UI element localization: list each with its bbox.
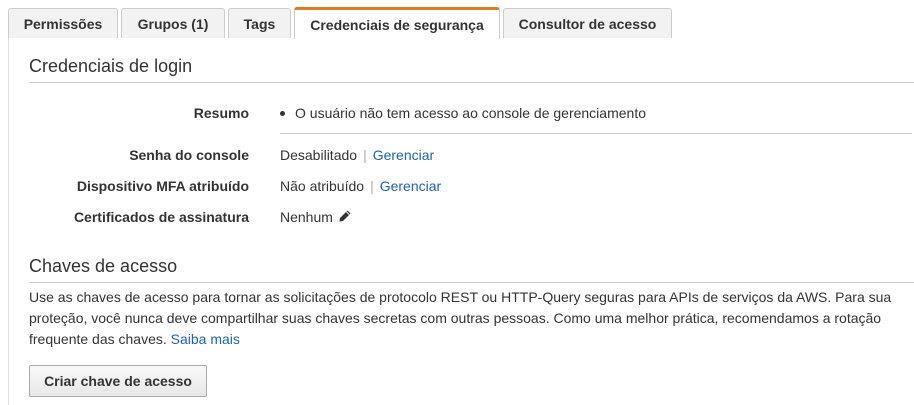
access-keys-title: Chaves de acesso bbox=[29, 256, 178, 276]
learn-more-link[interactable]: Saiba mais bbox=[171, 331, 240, 347]
description-text: Use as chaves de acesso para tornar as s… bbox=[29, 289, 892, 347]
mfa-label: Dispositivo MFA atribuído bbox=[76, 178, 249, 194]
signing-certificates-status: Nenhum bbox=[280, 209, 333, 225]
login-credentials-title: Credenciais de login bbox=[29, 56, 193, 76]
bullet-icon bbox=[280, 110, 285, 116]
tab-bar: Permissões Grupos (1) Tags Credenciais d… bbox=[0, 0, 914, 40]
section-divider bbox=[29, 82, 914, 83]
manage-mfa-link[interactable]: Gerenciar bbox=[380, 178, 441, 194]
signing-certificates-value: Nenhum bbox=[280, 209, 352, 227]
tab-label: Tags bbox=[243, 15, 276, 32]
separator: | bbox=[363, 147, 367, 163]
tab-security-credentials[interactable]: Credenciais de segurança bbox=[294, 7, 500, 39]
access-keys-description: Use as chaves de acesso para tornar as s… bbox=[29, 287, 909, 350]
console-password-label: Senha do console bbox=[129, 147, 249, 163]
summary-label: Resumo bbox=[193, 105, 249, 121]
tab-label: Permissões bbox=[23, 15, 103, 32]
console-password-status: Desabilitado bbox=[280, 147, 358, 163]
console-password-value: Desabilitado | Gerenciar bbox=[280, 147, 434, 163]
signing-certificates-label: Certificados de assinatura bbox=[73, 209, 249, 225]
tab-label: Credenciais de segurança bbox=[310, 16, 484, 33]
tab-permissions[interactable]: Permissões bbox=[8, 8, 118, 38]
create-access-key-button[interactable]: Criar chave de acesso bbox=[29, 365, 207, 397]
tab-access-advisor[interactable]: Consultor de acesso bbox=[503, 8, 672, 38]
summary-item: O usuário não tem acesso ao console de g… bbox=[295, 105, 646, 121]
mfa-value: Não atribuído | Gerenciar bbox=[280, 178, 441, 194]
separator: | bbox=[370, 178, 374, 194]
summary-divider bbox=[280, 133, 912, 134]
tab-groups[interactable]: Grupos (1) bbox=[121, 8, 225, 38]
summary-value: O usuário não tem acesso ao console de g… bbox=[280, 105, 646, 121]
mfa-status: Não atribuído bbox=[280, 178, 365, 194]
tab-label: Consultor de acesso bbox=[518, 15, 657, 32]
tab-tags[interactable]: Tags bbox=[228, 8, 291, 38]
manage-console-password-link[interactable]: Gerenciar bbox=[373, 147, 434, 163]
tab-label: Grupos (1) bbox=[137, 15, 209, 32]
section-divider bbox=[29, 282, 914, 283]
edit-pencil-icon[interactable] bbox=[338, 209, 352, 226]
